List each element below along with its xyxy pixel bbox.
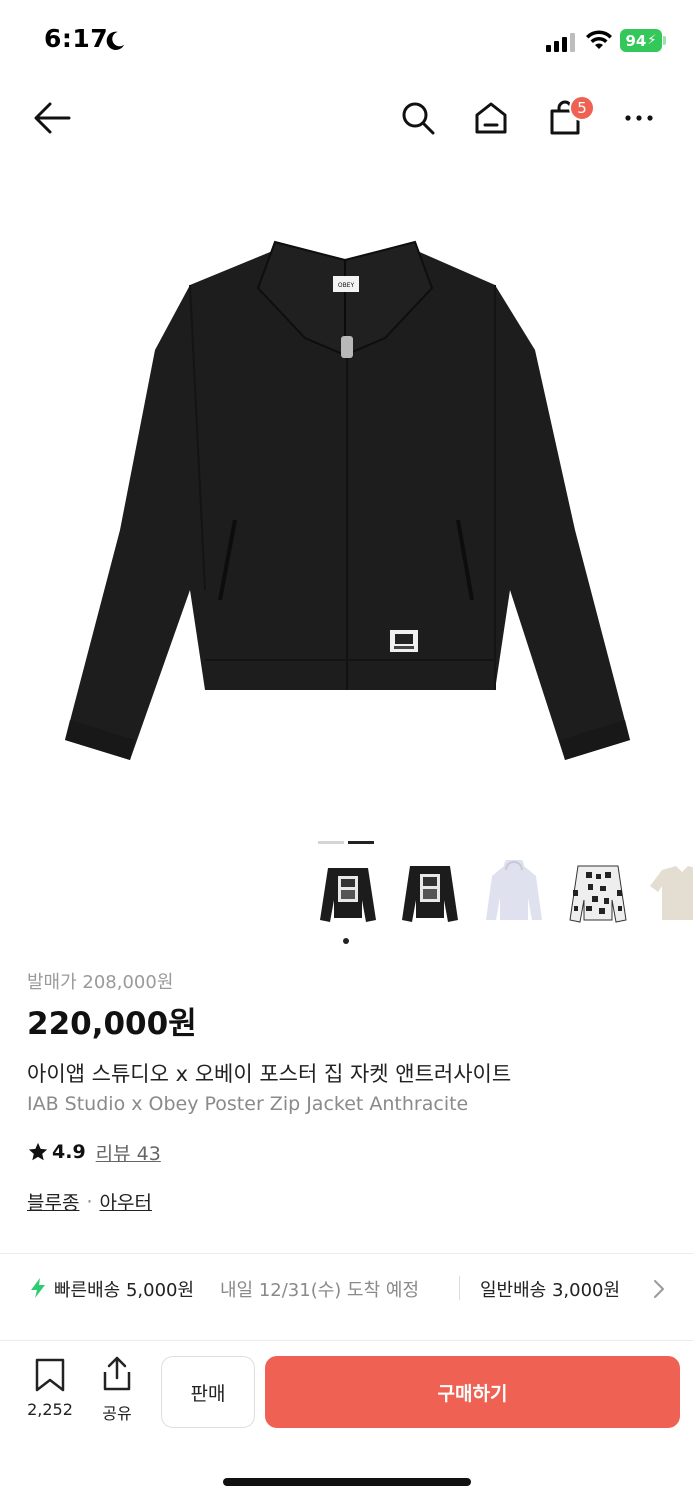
rating-score: 4.9 xyxy=(52,1141,86,1163)
thumbnail-4[interactable] xyxy=(562,853,634,933)
product-name-korean: 아이앱 스튜디오 x 오베이 포스터 집 자켓 앤트러사이트 xyxy=(27,1062,512,1086)
lightning-bolt-icon xyxy=(31,1278,45,1298)
divider xyxy=(0,1340,693,1341)
bookmark-count: 2,252 xyxy=(27,1400,73,1419)
battery-level: 94 xyxy=(625,31,647,50)
svg-text:OBEY: OBEY xyxy=(338,282,355,289)
thumbnail-strip xyxy=(310,853,693,933)
sell-button[interactable]: 판매 xyxy=(161,1356,255,1428)
release-price: 발매가 208,000원 xyxy=(27,972,174,993)
status-bar: 6:17 94 ⚡ xyxy=(0,0,693,84)
more-icon xyxy=(625,115,653,121)
thumbnail-shirt-image xyxy=(650,866,693,920)
home-indicator xyxy=(223,1478,471,1486)
wifi-icon xyxy=(586,30,612,49)
search-button[interactable] xyxy=(398,98,438,138)
fast-shipping-date: 내일 12/31(수) 도착 예정 xyxy=(220,1280,420,1301)
bookmark-icon xyxy=(35,1358,65,1392)
share-icon xyxy=(103,1356,131,1391)
thumbnail-3[interactable] xyxy=(478,853,550,933)
cart-count-badge: 5 xyxy=(569,95,595,121)
thumbnail-jacket-back-image xyxy=(320,868,376,922)
jacket-image: OBEY xyxy=(65,240,630,760)
thumbnail-jacket-back-2-image xyxy=(402,866,458,922)
charging-bolt-icon: ⚡ xyxy=(647,33,657,48)
back-button[interactable] xyxy=(32,98,72,138)
star-icon xyxy=(28,1142,48,1161)
moon-icon xyxy=(106,31,125,50)
thumbnail-knit-image xyxy=(569,865,627,923)
image-pager xyxy=(318,829,378,844)
product-name-english: IAB Studio x Obey Poster Zip Jacket Anth… xyxy=(27,1093,469,1115)
pager-dot-2-active xyxy=(348,841,374,844)
battery-indicator: 94 ⚡ xyxy=(620,29,662,52)
thumbnail-5[interactable] xyxy=(646,853,693,933)
share-label: 공유 xyxy=(102,1404,132,1423)
back-arrow-icon xyxy=(34,102,71,134)
rating-row: 4.9 리뷰 43 xyxy=(27,1138,161,1166)
normal-shipping-label: 일반배송 3,000원 xyxy=(480,1280,621,1301)
category-link-outer[interactable]: 아우터 xyxy=(100,1188,152,1215)
home-button[interactable] xyxy=(471,98,511,138)
buy-button[interactable]: 구매하기 xyxy=(265,1356,680,1428)
status-time: 6:17 xyxy=(44,24,109,53)
signal-icon xyxy=(546,33,575,52)
review-link[interactable]: 리뷰 43 xyxy=(96,1139,161,1166)
shipping-separator xyxy=(459,1276,460,1300)
thumbnail-hoodie-image xyxy=(486,860,542,920)
product-main-image[interactable]: OBEY xyxy=(40,200,653,800)
pager-dot-1 xyxy=(318,841,344,844)
bookmark-button[interactable]: 2,252 xyxy=(22,1358,78,1422)
thumbnail-selected-dot xyxy=(343,938,349,944)
battery-cap xyxy=(663,36,666,45)
thumbnail-2[interactable] xyxy=(394,853,466,933)
fast-shipping-label: 빠른배송 5,000원 xyxy=(54,1280,195,1301)
search-icon xyxy=(402,102,435,135)
chevron-right-icon[interactable] xyxy=(652,1279,666,1299)
more-button[interactable] xyxy=(619,98,659,138)
category-separator: · xyxy=(86,1190,93,1213)
product-price: 220,000원 xyxy=(27,1006,197,1042)
category-link-blouson[interactable]: 블루종 xyxy=(27,1188,79,1215)
thumbnail-1[interactable] xyxy=(312,853,384,933)
home-icon xyxy=(475,102,507,134)
share-button[interactable]: 공유 xyxy=(96,1356,138,1423)
category-breadcrumb: 블루종 · 아우터 xyxy=(27,1188,152,1215)
